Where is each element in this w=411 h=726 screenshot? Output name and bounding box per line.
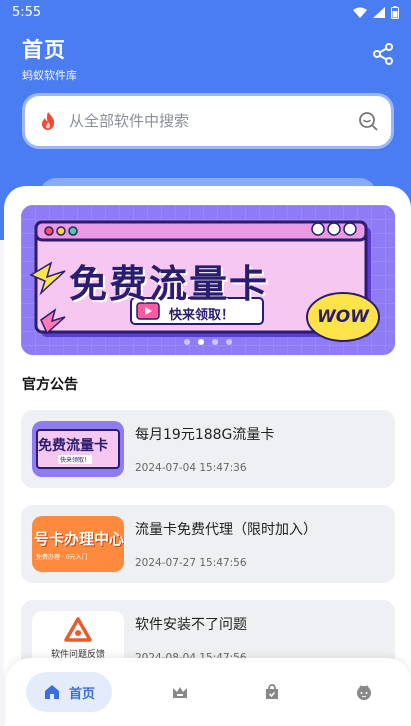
promo-banner[interactable]: 免费流量卡 快来领取！ WOW [21,205,395,355]
notice-title: 软件安装不了问题 [135,617,247,633]
notice-item[interactable]: 号卡办理中心 免费办理 · 0元入门 流量卡免费代理（限时加入） 2024-07… [21,505,395,583]
notice-title: 流量卡免费代理（限时加入） [135,522,317,538]
thumb-subtext: 快来领取！ [58,455,93,464]
page-header: 首页 蚂蚁软件库 [22,34,77,83]
section-title-announcements: 官方公告 [22,377,78,393]
home-icon [44,685,59,699]
carousel-dots [21,339,395,345]
flame-logo-icon [42,112,55,130]
banner-cta: 快来领取！ [169,308,235,323]
status-time: 5:55 [12,4,42,20]
nav-tab-crown[interactable] [150,672,210,712]
thumb-headline: 免费流量卡 [38,438,108,454]
search-icon[interactable] [357,110,379,132]
notice-item[interactable]: 免费流量卡 快来领取！ 每月19元188G流量卡 2024-07-04 15:4… [21,410,395,488]
notice-date: 2024-07-04 15:47:36 [135,462,247,474]
status-bar: 5:55 [0,0,411,24]
carousel-dot[interactable] [212,339,218,345]
banner-headline: 免费流量卡 [69,262,270,306]
status-icons [353,5,399,19]
carousel-dot[interactable] [226,339,232,345]
feedback-logo-icon [64,617,92,642]
battery-icon [391,5,399,19]
nav-tab-profile[interactable] [334,672,394,712]
nav-tab-home[interactable]: 首页 [26,672,112,712]
content-card: 免费流量卡 快来领取！ WOW 官方公告 免费流量卡 快来领取！ 每月19元18… [4,186,411,726]
carousel-dot-active[interactable] [198,339,204,345]
page-title: 首页 [22,38,66,62]
wifi-icon [353,7,367,18]
bag-icon [266,684,278,699]
notice-title: 每月19元188G流量卡 [135,427,275,443]
nav-tab-bag[interactable] [242,672,302,712]
profile-icon [357,685,371,700]
notice-date: 2024-07-27 15:47:56 [135,557,247,569]
search-bar[interactable] [25,96,391,146]
notice-thumbnail: 号卡办理中心 免费办理 · 0元入门 [32,516,124,572]
signal-icon [373,6,385,18]
share-icon[interactable] [371,42,395,66]
thumb-headline: 号卡办理中心 [34,530,124,548]
crown-icon [173,687,187,698]
app-subtitle: 蚂蚁软件库 [22,69,77,82]
notice-thumbnail: 免费流量卡 快来领取！ [32,421,124,477]
thumb-subtext: 免费办理 · 0元入门 [36,554,88,561]
bottom-navigation: 首页 [6,658,411,726]
banner-badge: WOW [317,307,369,327]
nav-tab-home-label: 首页 [68,686,95,702]
carousel-dot[interactable] [184,339,190,345]
search-input[interactable] [69,112,357,130]
